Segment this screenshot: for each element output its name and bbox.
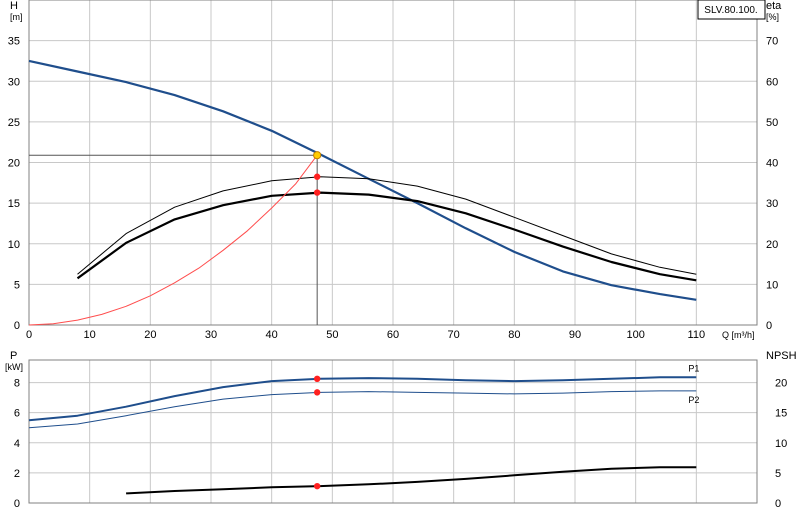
x-tick-label: 30 xyxy=(205,329,217,341)
h-tick-label: 30 xyxy=(8,76,20,88)
eta-tick-label: 10 xyxy=(766,279,778,291)
h-tick-label: 25 xyxy=(8,117,20,129)
duty-p2-marker xyxy=(313,389,321,396)
x-axis-label: Q [m³/h] xyxy=(722,330,755,340)
eta-axis-unit: [%] xyxy=(766,12,779,22)
x-tick-label: 50 xyxy=(326,329,338,341)
pump-performance-chart: 0 10 20 30 40 50 60 70 80 90 100 110 Q [m³/h]0510152… xyxy=(5,0,797,510)
eta-tick-label: 40 xyxy=(766,158,778,170)
duty-npsh-marker xyxy=(313,482,321,490)
x-tick-label: 100 xyxy=(626,329,644,341)
duty-eta-b-marker xyxy=(313,189,321,196)
eta-tick-label: 30 xyxy=(766,198,778,210)
h-axis-unit: [m] xyxy=(10,12,23,22)
model-label-box: SLV.80.100. xyxy=(697,0,766,20)
npsh-tick-label: 10 xyxy=(775,438,787,450)
npsh-tick-label: 0 xyxy=(775,498,781,510)
eta-tick-label: 0 xyxy=(766,320,772,332)
h-tick-label: 20 xyxy=(8,158,20,170)
eta-axis-label: eta xyxy=(766,0,782,12)
x-tick-label: 70 xyxy=(448,329,460,341)
p-axis-unit: [kW] xyxy=(5,362,23,372)
main-series xyxy=(28,59,697,326)
h-tick-label: 35 xyxy=(8,36,20,48)
main-grid xyxy=(28,0,758,326)
eta-tick-label: 50 xyxy=(766,117,778,129)
duty-eta-a-marker xyxy=(313,173,321,180)
eta-tick-label: 70 xyxy=(766,36,778,48)
axis-labels: 0 10 20 30 40 50 60 70 80 90 100 110 Q [m³/h]0510152… xyxy=(5,0,797,510)
npsh-axis-label: NPSH xyxy=(766,350,797,362)
eta-tick-label: 20 xyxy=(766,239,778,251)
x-tick-label: 10 xyxy=(84,329,96,341)
p-tick-label: 0 xyxy=(14,498,20,510)
x-tick-label: 80 xyxy=(508,329,520,341)
p-tick-label: 8 xyxy=(14,378,20,390)
p-tick-label: 2 xyxy=(14,468,20,480)
h-tick-label: 10 xyxy=(8,239,20,251)
series-P1-line xyxy=(28,376,697,422)
duty-p1-marker xyxy=(313,375,321,383)
x-tick-label: 40 xyxy=(266,329,278,341)
x-tick-label: 60 xyxy=(387,329,399,341)
series-NPSH-line xyxy=(126,466,697,495)
lower-grid xyxy=(28,359,758,504)
legend-P1: P1 xyxy=(688,363,699,373)
legend-P2: P2 xyxy=(688,395,699,405)
p-tick-label: 6 xyxy=(14,408,20,420)
eta-tick-label: 60 xyxy=(766,76,778,88)
npsh-tick-label: 5 xyxy=(775,468,781,480)
series-eta_b-line xyxy=(76,191,697,282)
p-tick-label: 4 xyxy=(14,438,20,450)
x-tick-label: 0 xyxy=(26,329,32,341)
x-tick-label: 110 xyxy=(688,329,706,341)
h-axis-label: H xyxy=(10,0,18,12)
duty-point-marker xyxy=(313,151,322,160)
x-tick-label: 20 xyxy=(144,329,156,341)
series-P2-line xyxy=(28,390,697,429)
model-label: SLV.80.100. xyxy=(704,5,757,16)
p-axis-label: P xyxy=(10,350,17,362)
h-tick-label: 5 xyxy=(14,279,20,291)
h-tick-label: 15 xyxy=(8,198,20,210)
x-tick-label: 90 xyxy=(569,329,581,341)
series-head-line xyxy=(28,59,697,301)
h-tick-label: 0 xyxy=(14,320,20,332)
npsh-tick-label: 20 xyxy=(775,378,787,390)
npsh-tick-label: 15 xyxy=(775,408,787,420)
